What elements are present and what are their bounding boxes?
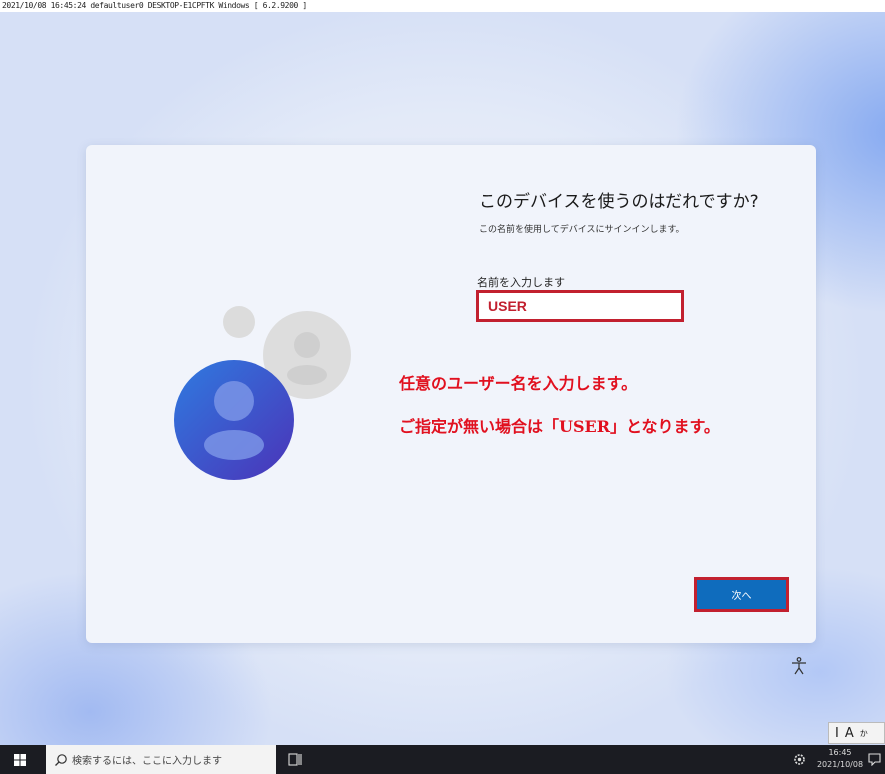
instruction-annotation-1: 任意のユーザー名を入力します。 (399, 374, 638, 393)
ime-mode-2: A (844, 725, 854, 741)
taskbar-search-placeholder: 検索するには、ここに入力します (72, 756, 222, 767)
taskbar-date: 2021/10/08 (816, 760, 864, 769)
next-button-label: 次へ (731, 591, 752, 602)
dialog-title: このデバイスを使うのはだれですか? (479, 192, 759, 212)
accessibility-icon[interactable] (791, 657, 807, 675)
taskbar-clock[interactable]: 16:45 2021/10/08 (815, 747, 865, 771)
taskbar-search-box[interactable]: 検索するには、ここに入力します (46, 745, 276, 774)
ime-mode-3: か (859, 728, 868, 738)
windows-start-icon[interactable] (14, 754, 26, 766)
next-button[interactable]: 次へ (694, 577, 789, 612)
oobe-dialog: このデバイスを使うのはだれですか? この名前を使用してデバイスにサインインします… (86, 145, 816, 643)
notification-icon[interactable] (868, 753, 881, 766)
username-input[interactable] (476, 290, 684, 322)
name-field-label: 名前を入力します (477, 276, 565, 289)
search-icon (55, 753, 67, 766)
ime-mode-1: I (835, 725, 839, 741)
dialog-subtitle: この名前を使用してデバイスにサインインします。 (479, 225, 685, 235)
task-view-icon[interactable] (288, 753, 302, 766)
session-info-text: 2021/10/08 16:45:24 defaultuser0 DESKTOP… (2, 1, 307, 10)
ime-indicator[interactable]: I A か (828, 722, 885, 744)
session-info-bar: 2021/10/08 16:45:24 defaultuser0 DESKTOP… (0, 0, 885, 12)
settings-tray-icon[interactable] (793, 753, 806, 766)
instruction-annotation-2: ご指定が無い場合は「USER」となります。 (399, 417, 720, 436)
taskbar: 検索するには、ここに入力します 16:45 2021/10/08 (0, 745, 885, 774)
small-dot-icon (223, 306, 255, 338)
user-avatars-illustration (174, 306, 351, 480)
taskbar-time: 16:45 (828, 748, 852, 757)
